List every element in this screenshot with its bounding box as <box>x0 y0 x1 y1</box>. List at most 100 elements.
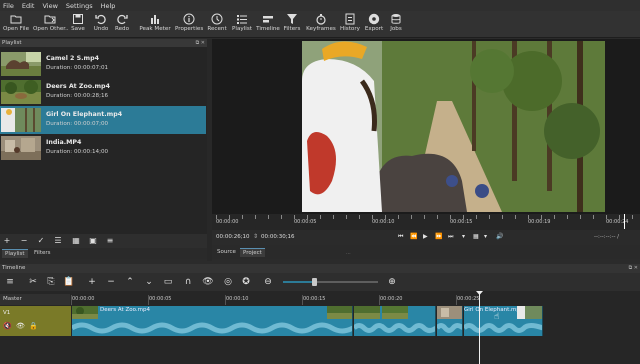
lock-icon[interactable]: 🔒 <box>29 322 38 330</box>
clip-thumbnail <box>1 80 41 104</box>
viewer-playhead[interactable] <box>624 214 625 229</box>
menu-icon[interactable]: ≡ <box>105 236 115 246</box>
grid-icon[interactable]: ▦ <box>473 233 479 240</box>
track-v1-header[interactable]: V1 🔇 👁 🔒 <box>0 306 71 336</box>
menu-file[interactable]: File <box>3 2 14 10</box>
grid-dropdown-icon[interactable]: ▾ <box>484 233 487 240</box>
playlist-title: Playlist <box>2 40 22 46</box>
menu-settings[interactable]: Settings <box>66 2 93 10</box>
timecode-spin-icon[interactable]: ⇕ <box>253 233 258 240</box>
ruler-tick <box>437 215 438 219</box>
filters-button[interactable]: Filters <box>283 11 301 38</box>
hide-icon[interactable]: 👁 <box>16 322 25 330</box>
zoom-in-icon[interactable]: ⊕ <box>386 276 398 288</box>
split-icon[interactable]: ▭ <box>162 276 174 288</box>
timeline-clip[interactable]: Girl On Elephant.mp4 <box>464 306 543 336</box>
playhead[interactable] <box>479 292 480 364</box>
list-details-icon[interactable]: ☰ <box>53 236 63 246</box>
panel-grip-icon[interactable]: ⋯ <box>346 251 351 257</box>
tab-filters[interactable]: Filters <box>31 249 54 258</box>
playlist-item[interactable]: India.MP4 Duration: 00:00:14;00 <box>0 134 206 162</box>
keyframes-button[interactable]: Keyframes <box>305 11 337 38</box>
timeline-clip[interactable] <box>437 306 463 336</box>
video-frame <box>302 41 605 212</box>
timeline-ruler[interactable]: 00:00:00 00:00:05 00:00:10 00:00:15 00:00:20… <box>71 294 640 306</box>
add-icon[interactable]: + <box>2 236 12 246</box>
current-timecode[interactable]: 00:00:26;10 <box>214 232 252 242</box>
ripple-icon[interactable]: ◎ <box>222 276 234 288</box>
panel-float-close-icon[interactable]: ⧉ ✕ <box>629 264 638 273</box>
snap-icon[interactable]: ∩ <box>182 276 194 288</box>
history-button[interactable]: History <box>339 11 361 38</box>
save-button[interactable]: Save <box>69 11 87 38</box>
icons-view-icon[interactable]: ▣ <box>88 236 98 246</box>
menu-view[interactable]: View <box>42 2 57 10</box>
copy-icon[interactable]: ⎘ <box>45 276 57 288</box>
playlist-item[interactable]: Deers At Zoo.mp4 Duration: 00:00:28;16 <box>0 78 206 106</box>
keyframes-icon <box>316 14 326 25</box>
undo-label: Undo <box>93 26 109 32</box>
check-icon[interactable]: ✓ <box>36 236 46 246</box>
fast-forward-icon[interactable]: ⏩ <box>435 233 442 240</box>
menu-edit[interactable]: Edit <box>22 2 35 10</box>
ruler-tick <box>489 215 490 219</box>
ruler-tick <box>528 215 529 219</box>
tab-source[interactable]: Source <box>214 248 239 257</box>
tab-project[interactable]: Project <box>240 248 265 257</box>
remove-icon[interactable]: − <box>105 276 117 288</box>
filters-icon <box>287 14 297 24</box>
playlist-item-selected[interactable]: Girl On Elephant.mp4 Duration: 00:00:07;… <box>0 106 206 134</box>
play-icon[interactable]: ▶ <box>423 233 428 240</box>
playlist-item[interactable]: Camel 2 S.mp4 Duration: 00:00:07;01 <box>0 50 206 78</box>
properties-button[interactable]: Properties <box>175 11 203 38</box>
tab-playlist[interactable]: Playlist <box>2 249 28 258</box>
peak-meter-label: Peak Meter <box>139 26 171 32</box>
redo-button[interactable]: Redo <box>113 11 131 38</box>
volume-icon[interactable]: 🔊 <box>496 233 503 240</box>
recent-button[interactable]: Recent <box>206 11 228 38</box>
append-icon[interactable]: + <box>86 276 98 288</box>
timeline-clip[interactable] <box>354 306 436 336</box>
playlist-button[interactable]: Playlist <box>231 11 253 38</box>
zoom-out-icon[interactable]: ⊖ <box>262 276 274 288</box>
audio-waveform <box>464 323 542 333</box>
paste-icon[interactable]: 📋 <box>63 276 75 288</box>
ruler-tick <box>632 215 633 219</box>
rewind-icon[interactable]: ⏪ <box>410 233 417 240</box>
skip-to-start-icon[interactable]: ⏮ <box>398 233 403 241</box>
open-file-button[interactable]: Open File <box>2 11 30 38</box>
export-button[interactable]: Export <box>364 11 384 38</box>
master-track-label: Master <box>3 296 22 302</box>
cut-icon[interactable]: ✂ <box>27 276 39 288</box>
peak-meter-button[interactable]: Peak Meter <box>139 11 171 38</box>
overwrite-icon[interactable]: ⌄ <box>143 276 155 288</box>
jobs-button[interactable]: Jobs <box>387 11 405 38</box>
lift-icon[interactable]: ⌃ <box>124 276 136 288</box>
timeline-ruler-tick <box>379 295 380 305</box>
ruler-label: 00:00:05 <box>294 219 317 225</box>
undo-button[interactable]: Undo <box>92 11 110 38</box>
tiles-icon[interactable]: ▦ <box>71 236 81 246</box>
ripple-all-icon[interactable]: ✪ <box>240 276 252 288</box>
timeline-button[interactable]: Timeline <box>256 11 280 38</box>
zoom-icon[interactable]: ▾ <box>462 233 465 240</box>
zoom-slider-handle[interactable] <box>312 278 317 286</box>
open-other-button[interactable]: Open Other.. <box>33 11 69 38</box>
audio-waveform <box>354 323 435 333</box>
viewer-tabs: Source Project ⋯ <box>212 245 640 259</box>
mute-icon[interactable]: 🔇 <box>3 322 12 330</box>
viewer-scrub-ruler[interactable]: 00:00:00 00:00:05 00:00:10 00:00:15 00:00:19… <box>212 214 640 230</box>
ruler-label: 00:00:00 <box>216 219 239 225</box>
menu-help[interactable]: Help <box>101 2 116 10</box>
timeline-ruler-tick <box>148 295 149 305</box>
scrub-icon[interactable]: 👁 <box>202 276 214 288</box>
panel-float-close-icon[interactable]: ⧉ ✕ <box>196 39 205 47</box>
left-tabs: Playlist Filters <box>0 248 207 259</box>
timeline-clip[interactable]: Deers At Zoo.mp4 <box>72 306 353 336</box>
jobs-label: Jobs <box>390 26 402 32</box>
remove-icon[interactable]: − <box>19 236 29 246</box>
skip-to-end-icon[interactable]: ⏭ <box>448 233 453 241</box>
ruler-tick <box>294 215 295 219</box>
playlist-item-duration: Duration: 00:00:07;01 <box>46 65 109 71</box>
menu-icon[interactable]: ≡ <box>4 276 16 288</box>
